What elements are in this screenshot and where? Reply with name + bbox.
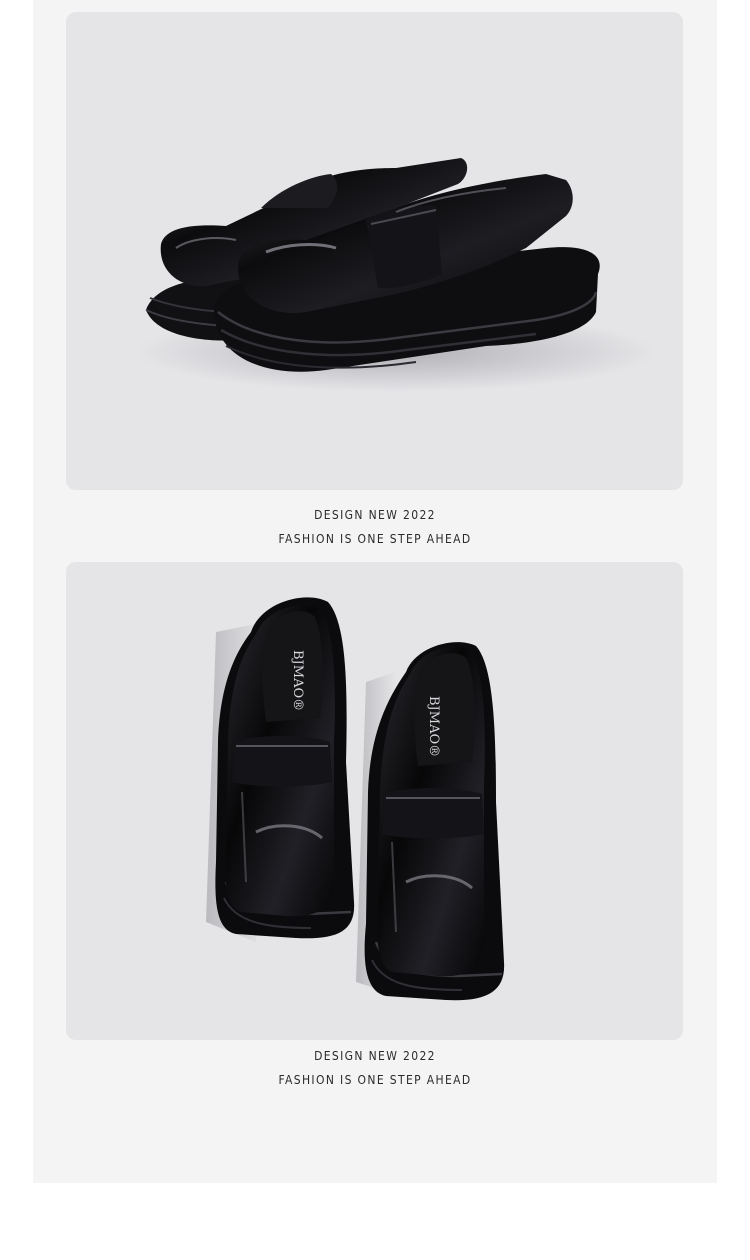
product-photo-top-view: BJMAO® BJMAO® bbox=[66, 562, 683, 1040]
caption-line-2: FASHION IS ONE STEP AHEAD bbox=[278, 1073, 472, 1087]
brand-logo-right: BJMAO® bbox=[426, 696, 441, 757]
photo-caption: DESIGN NEW 2022 FASHION IS ONE STEP AHEA… bbox=[38, 1044, 713, 1092]
brand-logo-left: BJMAO® bbox=[290, 650, 305, 711]
black-patent-loafers-side-view-icon bbox=[136, 158, 656, 392]
photo-caption: DESIGN NEW 2022 FASHION IS ONE STEP AHEA… bbox=[38, 503, 713, 551]
product-photo-side-view bbox=[66, 12, 683, 490]
caption-line-2: FASHION IS ONE STEP AHEAD bbox=[278, 532, 472, 546]
product-detail-page: DESIGN NEW 2022 FASHION IS ONE STEP AHEA… bbox=[0, 0, 750, 1260]
black-patent-loafers-top-view-icon: BJMAO® BJMAO® bbox=[206, 597, 505, 1001]
caption-line-1: DESIGN NEW 2022 bbox=[314, 508, 436, 522]
caption-line-1: DESIGN NEW 2022 bbox=[314, 1049, 436, 1063]
